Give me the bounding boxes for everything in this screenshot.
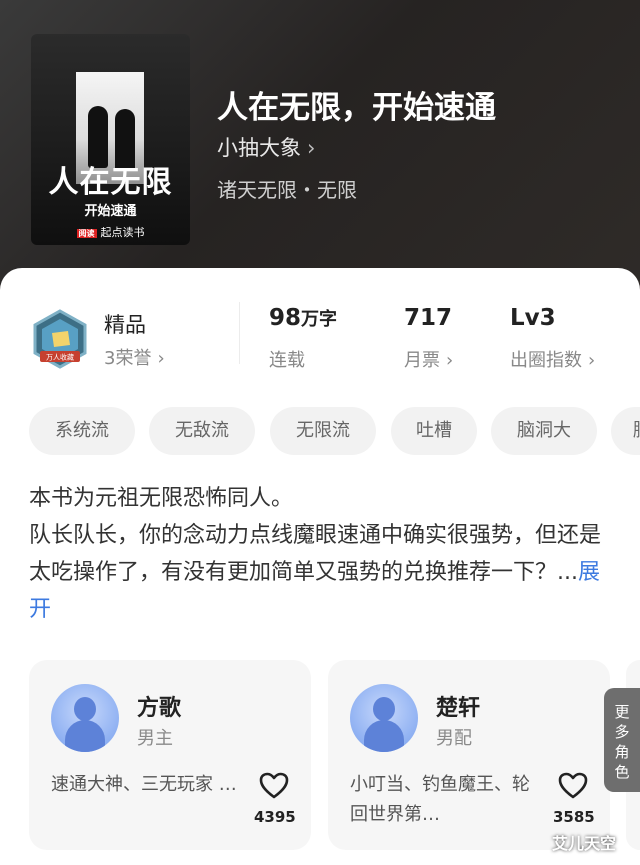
book-header: 人在无限 开始速通 阅读 起点读书 人在无限，开始速通 小抽大象 › 诸天无限・无限 [0, 0, 640, 300]
popularity-link[interactable]: 出圈指数 › [510, 346, 595, 372]
like-count: 3585 [553, 808, 595, 826]
quality-badge-icon: 万人收藏 [33, 309, 87, 369]
stats-divider [239, 302, 240, 364]
character-avatar [51, 684, 119, 752]
book-cover[interactable]: 人在无限 开始速通 阅读 起点读书 [31, 34, 190, 245]
word-count-unit: 万字 [301, 309, 338, 330]
quality-label: 精品 [104, 313, 146, 337]
monthly-ticket-link[interactable]: 月票 › [404, 346, 453, 372]
book-genre[interactable]: 诸天无限・无限 [217, 174, 357, 203]
honor-count: 3荣誉 [104, 348, 152, 369]
character-role: 男主 [137, 728, 173, 749]
honor-link[interactable]: 3荣誉 › [104, 344, 165, 370]
author-name: 小抽大象 [217, 136, 301, 160]
cover-publisher: 阅读 起点读书 [31, 224, 190, 240]
character-name: 方歌 [137, 696, 182, 721]
publisher-badge: 阅读 [76, 229, 97, 238]
tag-chip[interactable]: 系统流 [29, 407, 135, 455]
chevron-right-icon: › [307, 136, 316, 160]
book-title: 人在无限，开始速通 [217, 90, 496, 126]
serial-status: 连载 [269, 350, 305, 371]
description-text: 本书为元祖无限恐怖同人。 队长队长，你的念动力点线魔眼速通中确实很强势，但还是太… [29, 486, 602, 585]
more-characters-label: 更多角色 [614, 703, 630, 781]
tag-chip[interactable]: 无敌流 [149, 407, 255, 455]
chevron-right-icon: › [446, 350, 454, 371]
popularity-label: 出圈指数 [510, 350, 582, 371]
more-characters-tab[interactable]: 更多角色 [604, 688, 640, 792]
book-description[interactable]: 本书为元祖无限恐怖同人。 队长队长，你的念动力点线魔眼速通中确实很强势，但还是太… [29, 480, 613, 628]
chevron-right-icon: › [157, 348, 165, 369]
character-tags: 速通大神、三无玩家 … [51, 774, 237, 795]
author-link[interactable]: 小抽大象 › [217, 132, 315, 162]
chevron-right-icon: › [588, 350, 596, 371]
cover-title: 人在无限 [48, 165, 173, 200]
publisher-name: 起点读书 [100, 226, 145, 239]
word-count: 98万字 [269, 305, 337, 331]
character-card[interactable]: 楚轩 男配 小叮当、钓鱼魔王、轮回世界第… 3585 [328, 660, 610, 850]
character-tags: 小叮当、钓鱼魔王、轮回世界第… [350, 774, 530, 825]
character-name: 楚轩 [436, 696, 481, 721]
tag-chip[interactable]: 吐槽 [391, 407, 477, 455]
cover-subtitle: 开始速通 [84, 204, 137, 219]
word-count-value: 98 [269, 305, 302, 331]
watermark: 艾儿天空 [552, 834, 617, 853]
tag-chip[interactable]: 无限流 [270, 407, 376, 455]
character-avatar [350, 684, 418, 752]
heart-icon[interactable] [258, 770, 290, 802]
badge-text: 万人收藏 [46, 353, 74, 362]
monthly-ticket-count: 717 [404, 305, 453, 331]
monthly-ticket-label: 月票 [404, 350, 440, 371]
heart-icon[interactable] [557, 770, 589, 802]
tag-chip[interactable]: 脑洞大 [491, 407, 597, 455]
like-count: 4395 [254, 808, 296, 826]
popularity-level: Lv3 [510, 305, 556, 331]
character-role: 男配 [436, 728, 472, 749]
character-card[interactable]: 方歌 男主 速通大神、三无玩家 … 4395 [29, 660, 311, 850]
